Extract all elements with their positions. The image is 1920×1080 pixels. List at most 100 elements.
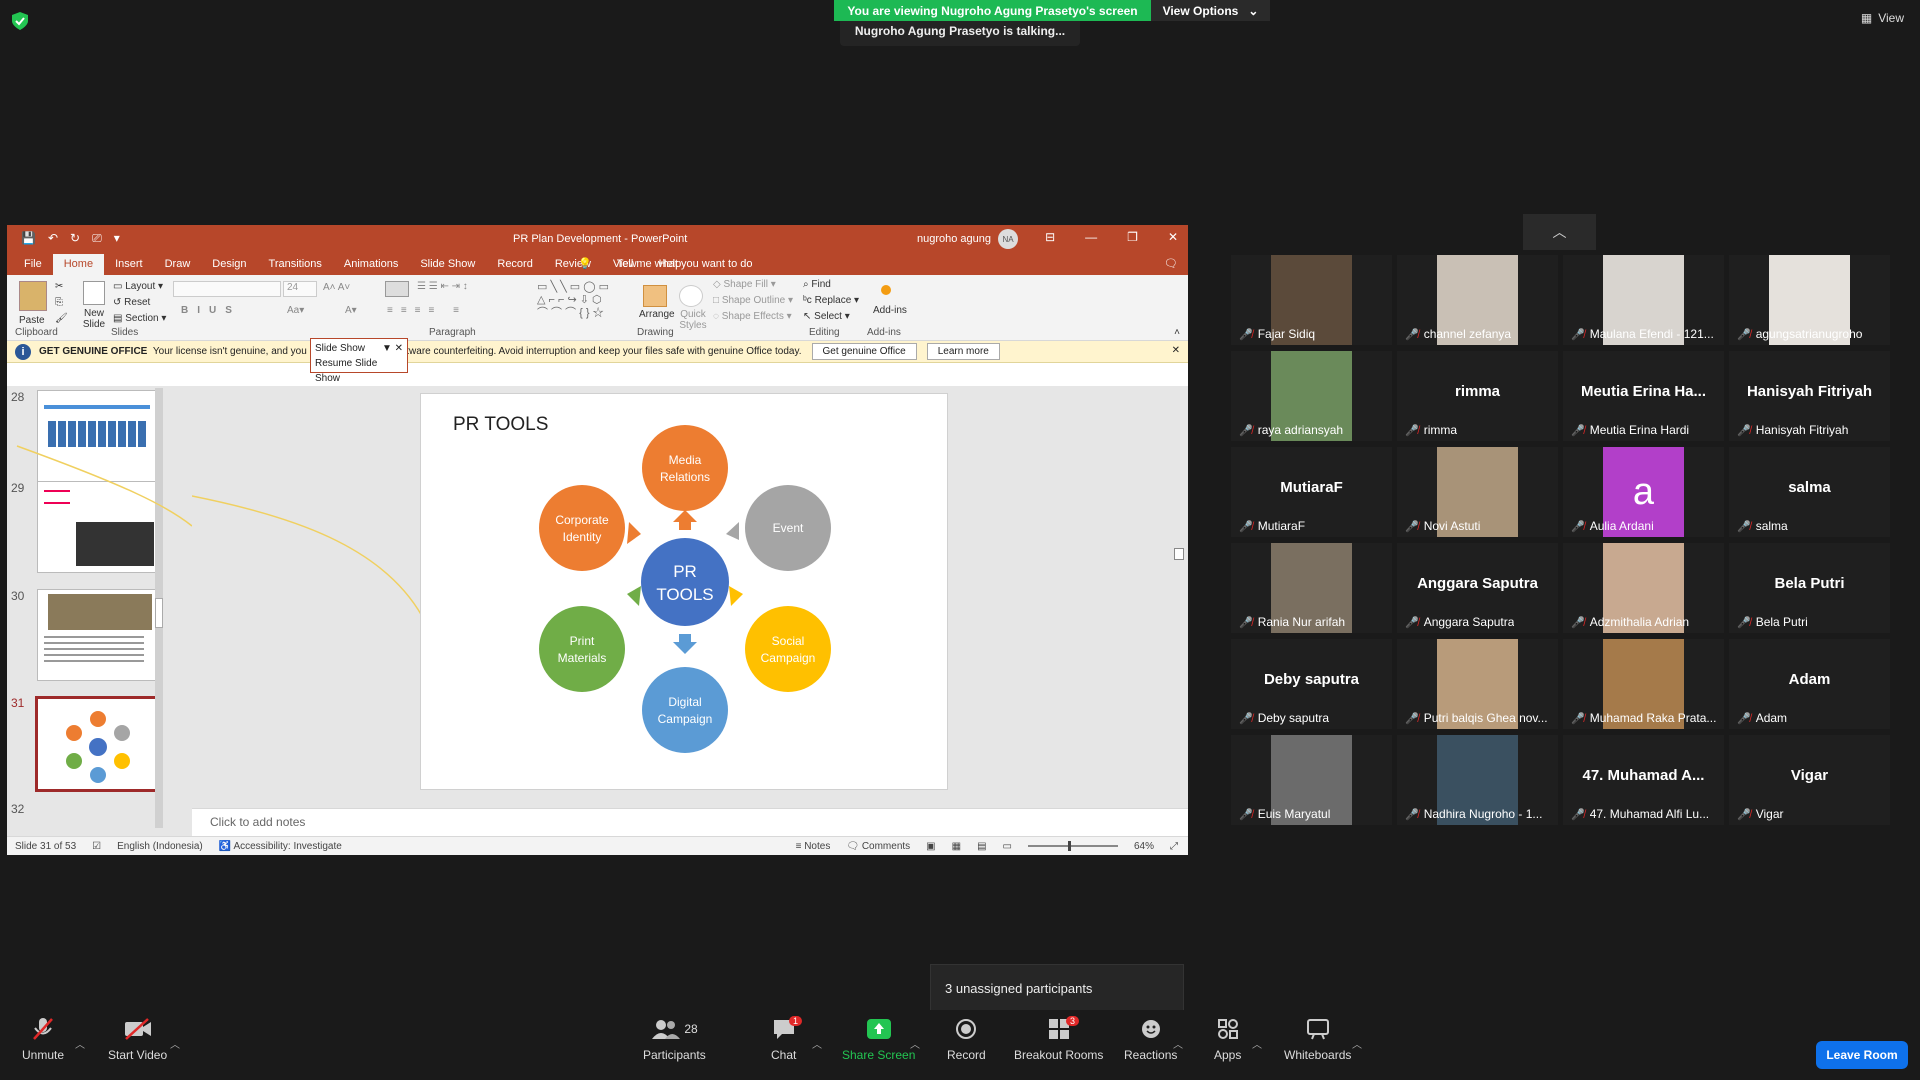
reading-view-icon[interactable]: ▤ bbox=[977, 841, 986, 852]
section-button[interactable]: ▤ Section ▾ bbox=[113, 313, 166, 324]
participant-tile[interactable]: 🎤̸ Maulana Efendi - 121... bbox=[1563, 255, 1724, 345]
participant-tile[interactable]: Meutia Erina Ha... 🎤̸ Meutia Erina Hardi bbox=[1563, 351, 1724, 441]
ribbon-display-icon[interactable]: ⊟ bbox=[1045, 230, 1055, 244]
tab-animations[interactable]: Animations bbox=[333, 258, 409, 275]
paste-icon[interactable] bbox=[19, 281, 47, 311]
font-format-icons[interactable]: BIUS bbox=[181, 305, 241, 316]
undo-icon[interactable]: ↶ bbox=[48, 231, 58, 246]
node-media-relations[interactable] bbox=[642, 425, 728, 511]
participant-tile[interactable]: 🎤̸ Putri balqis Ghea nov... bbox=[1397, 639, 1558, 729]
minimize-icon[interactable]: — bbox=[1085, 230, 1097, 244]
copy-icon[interactable]: ⎘ bbox=[55, 297, 63, 308]
breakout-rooms-button[interactable]: Breakout Rooms 3 bbox=[1014, 1016, 1103, 1062]
find-button[interactable]: ⌕ Find bbox=[803, 279, 831, 290]
arrange-button[interactable]: Arrange bbox=[639, 309, 675, 320]
tab-record[interactable]: Record bbox=[486, 258, 543, 275]
slide-sorter-icon[interactable]: ▦ bbox=[952, 841, 961, 852]
participant-tile[interactable]: MutiaraF 🎤̸ MutiaraF bbox=[1231, 447, 1392, 537]
participant-tile[interactable]: 🎤̸ agungsatrianugroho bbox=[1729, 255, 1890, 345]
participant-tile[interactable]: Anggara Saputra 🎤̸ Anggara Saputra bbox=[1397, 543, 1558, 633]
participant-tile[interactable]: 🎤̸ channel zefanya bbox=[1397, 255, 1558, 345]
tab-design[interactable]: Design bbox=[201, 258, 257, 275]
shapes-gallery[interactable]: ▭ ╲ ╲ ▭ ◯ ▭ △ ⌐ ⌐ ↪ ⇩ ⬡ ⌒ ⌒ ⌒ { } ☆ bbox=[537, 281, 627, 323]
participant-tile[interactable]: 🎤̸ Novi Astuti bbox=[1397, 447, 1558, 537]
audio-options-caret[interactable]: ︿ bbox=[75, 1036, 85, 1051]
participant-tile[interactable]: 🎤̸ Rania Nur arifah bbox=[1231, 543, 1392, 633]
notes-toggle[interactable]: ≡ Notes bbox=[796, 841, 831, 852]
slideshow-view-icon[interactable]: ▭ bbox=[1003, 841, 1012, 852]
shape-effects-button[interactable]: ◌ Shape Effects ▾ bbox=[713, 311, 792, 322]
video-options-caret[interactable]: ︿ bbox=[170, 1036, 180, 1051]
shape-fill-button[interactable]: ◇ Shape Fill ▾ bbox=[713, 279, 776, 290]
view-options-button[interactable]: View Options ⌄ bbox=[1151, 0, 1270, 21]
participant-tile[interactable]: 🎤̸ Euis Maryatul bbox=[1231, 735, 1392, 825]
unassigned-participants-tooltip[interactable]: 3 unassigned participants bbox=[930, 964, 1184, 1012]
start-video-button[interactable]: Start Video bbox=[108, 1016, 167, 1062]
reset-button[interactable]: ↺ Reset bbox=[113, 297, 150, 308]
present-icon[interactable]: ⎚ bbox=[92, 231, 102, 246]
gallery-collapse-button[interactable]: ︿ bbox=[1523, 214, 1596, 250]
participant-tile[interactable]: rimma 🎤̸ rimma bbox=[1397, 351, 1558, 441]
whiteboards-button[interactable]: Whiteboards bbox=[1284, 1016, 1351, 1062]
participant-tile[interactable]: Hanisyah Fitriyah 🎤̸ Hanisyah Fitriyah bbox=[1729, 351, 1890, 441]
node-social-campaign[interactable] bbox=[745, 606, 831, 692]
select-button[interactable]: ↖ Select ▾ bbox=[803, 311, 850, 322]
participant-tile[interactable]: a 🎤̸ Aulia Ardani bbox=[1563, 447, 1724, 537]
participant-tile[interactable]: 47. Muhamad A... 🎤̸ 47. Muhamad Alfi Lu... bbox=[1563, 735, 1724, 825]
node-digital-campaign[interactable] bbox=[642, 667, 728, 753]
chat-options-caret[interactable]: ︿ bbox=[812, 1036, 822, 1051]
tab-transitions[interactable]: Transitions bbox=[258, 258, 333, 275]
apps-options-caret[interactable]: ︿ bbox=[1252, 1036, 1262, 1051]
tab-file[interactable]: File bbox=[13, 258, 53, 275]
comments-icon[interactable]: 🗨 bbox=[1164, 257, 1178, 270]
view-button[interactable]: ▦ View bbox=[1861, 11, 1904, 25]
grow-font-icon[interactable]: A˄ A˅ bbox=[323, 282, 350, 293]
apps-button[interactable]: Apps bbox=[1214, 1016, 1241, 1062]
text-direction-icon[interactable] bbox=[385, 281, 409, 297]
notes-pane[interactable]: Click to add notes bbox=[192, 808, 1188, 836]
close-warning-icon[interactable]: ✕ bbox=[1172, 345, 1180, 356]
learn-more-button[interactable]: Learn more bbox=[926, 343, 1000, 360]
font-color-icon[interactable]: A▾ bbox=[345, 305, 357, 316]
paste-button[interactable]: Paste bbox=[19, 315, 45, 326]
language-status[interactable]: English (Indonesia) bbox=[117, 841, 203, 852]
reactions-button[interactable]: Reactions bbox=[1124, 1016, 1177, 1062]
node-corporate-identity[interactable] bbox=[539, 485, 625, 571]
replace-button[interactable]: ᵇc Replace ▾ bbox=[803, 295, 859, 306]
bullets-icon[interactable]: ☰ ☰ ⇤ ⇥ ↕ bbox=[417, 281, 468, 292]
addins-button[interactable]: Add-ins bbox=[873, 305, 907, 316]
center-circle[interactable] bbox=[641, 538, 729, 626]
save-icon[interactable]: 💾 bbox=[21, 231, 36, 246]
new-slide-button[interactable]: New Slide bbox=[79, 308, 109, 330]
leave-room-button[interactable]: Leave Room bbox=[1816, 1041, 1908, 1069]
participant-tile[interactable]: 🎤̸ raya adriansyah bbox=[1231, 351, 1392, 441]
participant-tile[interactable]: Adam 🎤̸ Adam bbox=[1729, 639, 1890, 729]
record-button[interactable]: Record bbox=[947, 1016, 986, 1062]
collapse-ribbon-icon[interactable]: ˄ bbox=[1174, 327, 1180, 338]
participant-tile[interactable]: 🎤̸ Fajar Sidiq bbox=[1231, 255, 1392, 345]
change-case-icon[interactable]: Aa▾ bbox=[287, 305, 304, 316]
accessibility-status[interactable]: ♿ Accessibility: Investigate bbox=[219, 841, 342, 852]
font-family-select[interactable] bbox=[173, 281, 281, 297]
participants-button[interactable]: 28 Participants bbox=[643, 1016, 706, 1062]
tab-insert[interactable]: Insert bbox=[104, 258, 154, 275]
tab-draw[interactable]: Draw bbox=[154, 258, 202, 275]
share-screen-button[interactable]: Share Screen bbox=[842, 1016, 915, 1062]
spellcheck-icon[interactable]: ☑ bbox=[92, 841, 101, 852]
participant-tile[interactable]: 🎤̸ Adzmithalia Adrian bbox=[1563, 543, 1724, 633]
ppt-user-name[interactable]: nugroho agung bbox=[917, 233, 991, 245]
participant-tile[interactable]: Bela Putri 🎤̸ Bela Putri bbox=[1729, 543, 1890, 633]
layout-button[interactable]: ▭ Layout ▾ bbox=[113, 281, 163, 292]
maximize-icon[interactable]: ❐ bbox=[1127, 230, 1138, 244]
redo-icon[interactable]: ↻ bbox=[70, 231, 80, 246]
customize-qat-icon[interactable]: ▾ bbox=[114, 231, 120, 246]
editor-scrollbar[interactable] bbox=[1172, 386, 1186, 690]
participant-tile[interactable]: 🎤̸ Nadhira Nugroho - 1... bbox=[1397, 735, 1558, 825]
popup-close-icon[interactable]: ▼ ✕ bbox=[382, 341, 403, 356]
new-slide-icon[interactable] bbox=[83, 281, 105, 305]
whiteboards-options-caret[interactable]: ︿ bbox=[1352, 1036, 1362, 1051]
arrange-icon[interactable] bbox=[643, 285, 667, 307]
zoom-level[interactable]: 64% bbox=[1134, 841, 1154, 852]
share-options-caret[interactable]: ︿ bbox=[910, 1036, 920, 1051]
fit-slide-icon[interactable]: ⤢ bbox=[1170, 841, 1178, 852]
